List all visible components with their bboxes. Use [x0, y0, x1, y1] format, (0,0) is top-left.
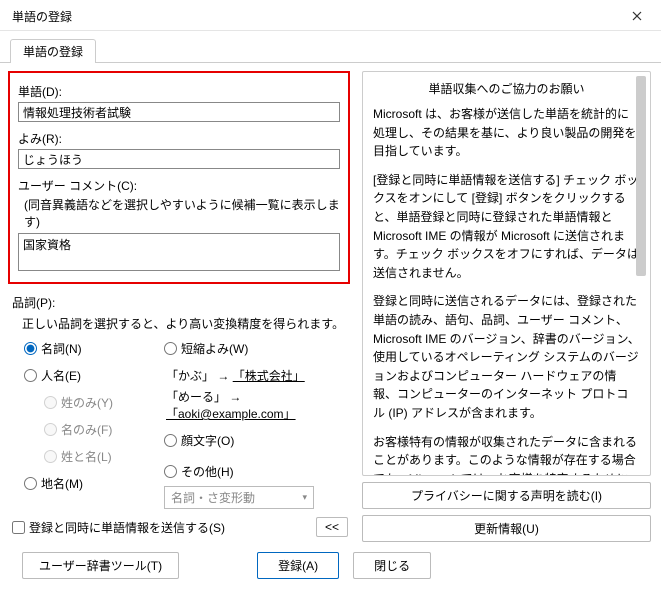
example-line-2: 「めーる」 → 「aoki@example.com」 — [166, 388, 348, 422]
privacy-button[interactable]: プライバシーに関する声明を読む(I) — [362, 482, 651, 509]
radio-kaomoji[interactable]: 顔文字(O) — [164, 432, 348, 449]
example-line-1: 「かぶ」 → 「株式会社」 — [166, 367, 348, 384]
user-dict-button[interactable]: ユーザー辞書ツール(T) — [22, 552, 179, 579]
comment-hint: (同音異義語などを選択しやすいように候補一覧に表示します) — [24, 196, 340, 230]
send-checkbox[interactable]: 登録と同時に単語情報を送信する(S) — [12, 519, 306, 536]
radio-place[interactable]: 地名(M) — [24, 475, 144, 492]
reading-input[interactable] — [18, 149, 340, 169]
highlight-region: 単語(D): よみ(R): ユーザー コメント(C): (同音異義語などを選択し… — [8, 71, 350, 284]
other-dropdown[interactable]: 名詞・さ変形動 ▾ — [164, 486, 314, 509]
radio-given-only: 名のみ(F) — [44, 421, 144, 438]
titlebar: 単語の登録 — [0, 0, 661, 31]
comment-input[interactable] — [18, 233, 340, 271]
radio-noun[interactable]: 名詞(N) — [24, 340, 144, 357]
scrollbar-thumb[interactable] — [636, 76, 646, 276]
word-label: 単語(D): — [18, 83, 340, 100]
word-input[interactable] — [18, 102, 340, 122]
radio-other[interactable]: その他(H) — [164, 463, 348, 480]
reading-label: よみ(R): — [18, 130, 340, 147]
close-icon[interactable] — [623, 6, 651, 26]
radio-person[interactable]: 人名(E) — [24, 367, 144, 384]
radio-short[interactable]: 短縮よみ(W) — [164, 340, 348, 357]
pos-hint: 正しい品詞を選択すると、より高い変換精度を得られます。 — [22, 315, 348, 332]
comment-label: ユーザー コメント(C): — [18, 177, 340, 194]
info-text: Microsoft は、お客様が送信した単語を統計的に処理し、その結果を基に、よ… — [373, 105, 640, 476]
scrollbar[interactable] — [634, 74, 648, 473]
register-button[interactable]: 登録(A) — [257, 552, 339, 579]
chevron-down-icon: ▾ — [302, 492, 307, 503]
radio-surname-only: 姓のみ(Y) — [44, 394, 144, 411]
info-title: 単語収集へのご協力のお願い — [373, 80, 640, 97]
update-button[interactable]: 更新情報(U) — [362, 515, 651, 542]
pos-label: 品詞(P): — [12, 294, 348, 311]
footer: ユーザー辞書ツール(T) 登録(A) 閉じる — [0, 548, 661, 589]
close-button[interactable]: 閉じる — [353, 552, 431, 579]
tab-register[interactable]: 単語の登録 — [10, 39, 96, 63]
window-title: 単語の登録 — [12, 8, 72, 25]
tab-bar: 単語の登録 — [0, 31, 661, 63]
info-panel: 単語収集へのご協力のお願い Microsoft は、お客様が送信した単語を統計的… — [362, 71, 651, 476]
collapse-button[interactable]: << — [316, 517, 348, 537]
radio-surname-given: 姓と名(L) — [44, 448, 144, 465]
